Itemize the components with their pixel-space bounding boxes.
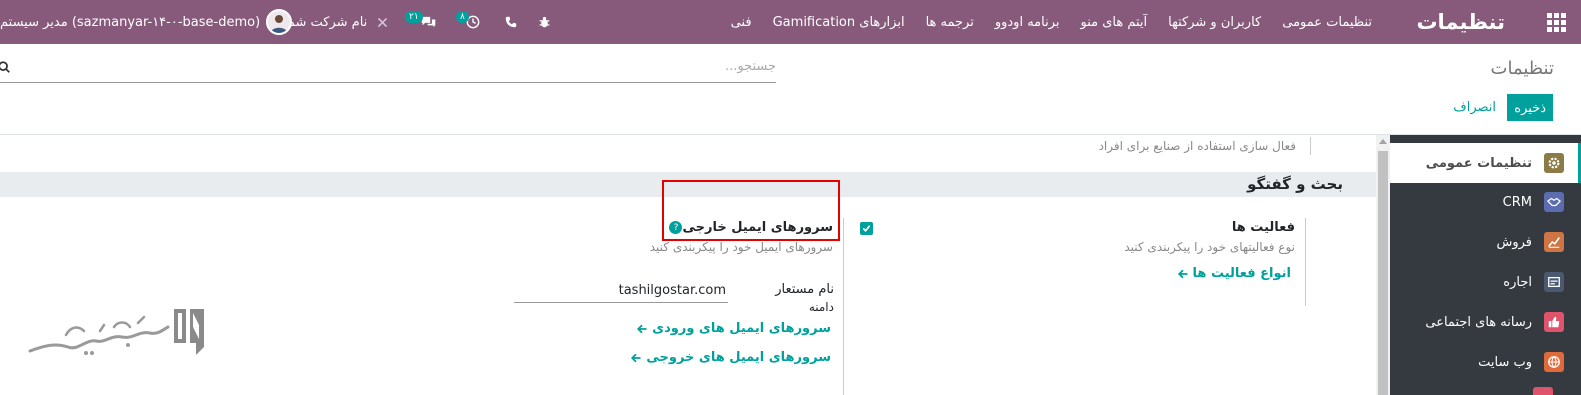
sidebar-item-sales[interactable]: فروش bbox=[1390, 222, 1581, 262]
alias-domain-value: tashilgostar.com bbox=[618, 283, 726, 298]
alias-domain-row: نام مستعار دامنه tashilgostar.com bbox=[514, 278, 844, 314]
sidebar-next-item-icon bbox=[1533, 387, 1553, 395]
activities-button[interactable]: ۸ bbox=[456, 0, 480, 44]
activities-setting: فعالیت ها نوع فعالیتهای خود را پیکربندی … bbox=[861, 218, 1306, 306]
phone-icon[interactable] bbox=[505, 0, 517, 44]
activity-types-link-label: انواع فعالیت ها bbox=[1192, 266, 1291, 281]
thumbs-up-icon bbox=[1544, 312, 1564, 332]
incoming-mail-servers-link[interactable]: سرورهای ایمیل های ورودی bbox=[636, 321, 831, 336]
sidebar-item-label: وب سایت bbox=[1478, 354, 1532, 370]
sidebar-item-label: فروش bbox=[1496, 234, 1532, 250]
discard-button[interactable]: انصراف bbox=[1453, 94, 1496, 121]
top-navbar: تنظیمات تنظیمات عمومی کاربران و شرکتها آ… bbox=[0, 0, 1581, 44]
scroll-up-arrow-icon[interactable] bbox=[1379, 139, 1387, 144]
settings-content: فعال سازی استفاده از صنایع برای افراد بح… bbox=[0, 135, 1376, 395]
activities-checkbox[interactable] bbox=[860, 222, 873, 235]
search-icon[interactable] bbox=[0, 60, 11, 74]
activities-title: فعالیت ها bbox=[1231, 220, 1295, 235]
alias-label: نام مستعار bbox=[775, 282, 834, 297]
sidebar-item-general-settings[interactable]: تنظیمات عمومی bbox=[1390, 143, 1581, 183]
menu-item-translations[interactable]: ترجمه ها bbox=[926, 15, 974, 30]
previous-setting-desc: فعال سازی استفاده از صنایع برای افراد bbox=[1099, 137, 1311, 155]
scrollbar-thumb[interactable] bbox=[1378, 151, 1388, 395]
search-bar bbox=[0, 57, 776, 83]
settings-sidebar: تنظیمات عمومی CRM فروش اجاره رسانه های ا… bbox=[1390, 135, 1581, 395]
annotation-highlight-box bbox=[662, 180, 840, 241]
menu-item-general-settings[interactable]: تنظیمات عمومی bbox=[1282, 15, 1372, 30]
incoming-mail-servers-label: سرورهای ایمیل های ورودی bbox=[652, 321, 831, 336]
globe-icon bbox=[1544, 352, 1564, 372]
arrow-left-icon bbox=[631, 353, 641, 362]
activities-desc: نوع فعالیتهای خود را پیکربندی کنید bbox=[1124, 240, 1295, 254]
user-menu[interactable]: مدیر سیستم (sazmanyar-۱۴-۰-base-demo) bbox=[0, 0, 293, 44]
main-menu: تنظیمات عمومی کاربران و شرکتها آیتم های … bbox=[710, 0, 1372, 44]
outgoing-mail-servers-link[interactable]: سرورهای ایمیل های خروجی bbox=[630, 350, 831, 365]
arrow-left-icon bbox=[1177, 269, 1188, 278]
debug-icon[interactable] bbox=[538, 0, 551, 44]
activity-types-link[interactable]: انواع فعالیت ها bbox=[1177, 266, 1291, 281]
activities-badge: ۸ bbox=[456, 11, 469, 23]
sidebar-item-label: اجاره bbox=[1503, 274, 1532, 290]
check-icon bbox=[862, 225, 871, 232]
app-brand[interactable]: تنظیمات bbox=[1416, 0, 1505, 44]
user-name: مدیر سیستم (sazmanyar-۱۴-۰-base-demo) bbox=[0, 14, 261, 30]
watermark-logo bbox=[26, 305, 208, 361]
gear-icon bbox=[1544, 153, 1564, 173]
sidebar-item-rental[interactable]: اجاره bbox=[1390, 262, 1581, 302]
avatar bbox=[266, 9, 293, 35]
section-title: بحث و گفتگو bbox=[1247, 175, 1343, 193]
menu-item-menu-items[interactable]: آیتم های منو bbox=[1081, 15, 1148, 30]
outgoing-mail-servers-label: سرورهای ایمیل های خروجی bbox=[646, 350, 831, 365]
menu-item-odoo-app[interactable]: برنامه اودوو bbox=[995, 15, 1060, 30]
external-mail-desc: سرورهای ایمیل خود را پیکربندی کنید bbox=[649, 240, 833, 254]
sidebar-item-social-media[interactable]: رسانه های اجتماعی bbox=[1390, 302, 1581, 342]
content-scrollbar[interactable] bbox=[1376, 135, 1390, 395]
close-company-icon[interactable] bbox=[376, 0, 389, 44]
messages-button[interactable]: ۲۱ bbox=[405, 0, 437, 44]
menu-item-users-companies[interactable]: کاربران و شرکتها bbox=[1168, 15, 1261, 30]
sidebar-item-crm[interactable]: CRM bbox=[1390, 182, 1581, 222]
sidebar-item-label: CRM bbox=[1502, 194, 1532, 210]
search-input[interactable] bbox=[76, 59, 776, 74]
domain-label: دامنه bbox=[808, 300, 834, 314]
save-button[interactable]: ذخیره bbox=[1507, 94, 1553, 121]
rental-icon bbox=[1544, 272, 1564, 292]
sidebar-item-label: تنظیمات عمومی bbox=[1425, 155, 1532, 171]
menu-item-technical[interactable]: فنی bbox=[731, 15, 752, 30]
handshake-icon bbox=[1544, 192, 1564, 212]
alias-domain-input[interactable]: tashilgostar.com bbox=[514, 281, 728, 303]
arrow-left-icon bbox=[637, 324, 647, 333]
apps-menu-icon[interactable] bbox=[1547, 0, 1567, 44]
chart-icon bbox=[1544, 232, 1564, 252]
menu-item-gamification[interactable]: ابزارهای Gamification bbox=[773, 15, 905, 30]
page-title: تنظیمات bbox=[1490, 58, 1554, 79]
sidebar-item-website[interactable]: وب سایت bbox=[1390, 342, 1581, 382]
sidebar-item-label: رسانه های اجتماعی bbox=[1425, 314, 1532, 330]
messages-badge: ۲۱ bbox=[405, 11, 423, 23]
company-switcher[interactable]: نام شرکت شما bbox=[284, 0, 367, 44]
